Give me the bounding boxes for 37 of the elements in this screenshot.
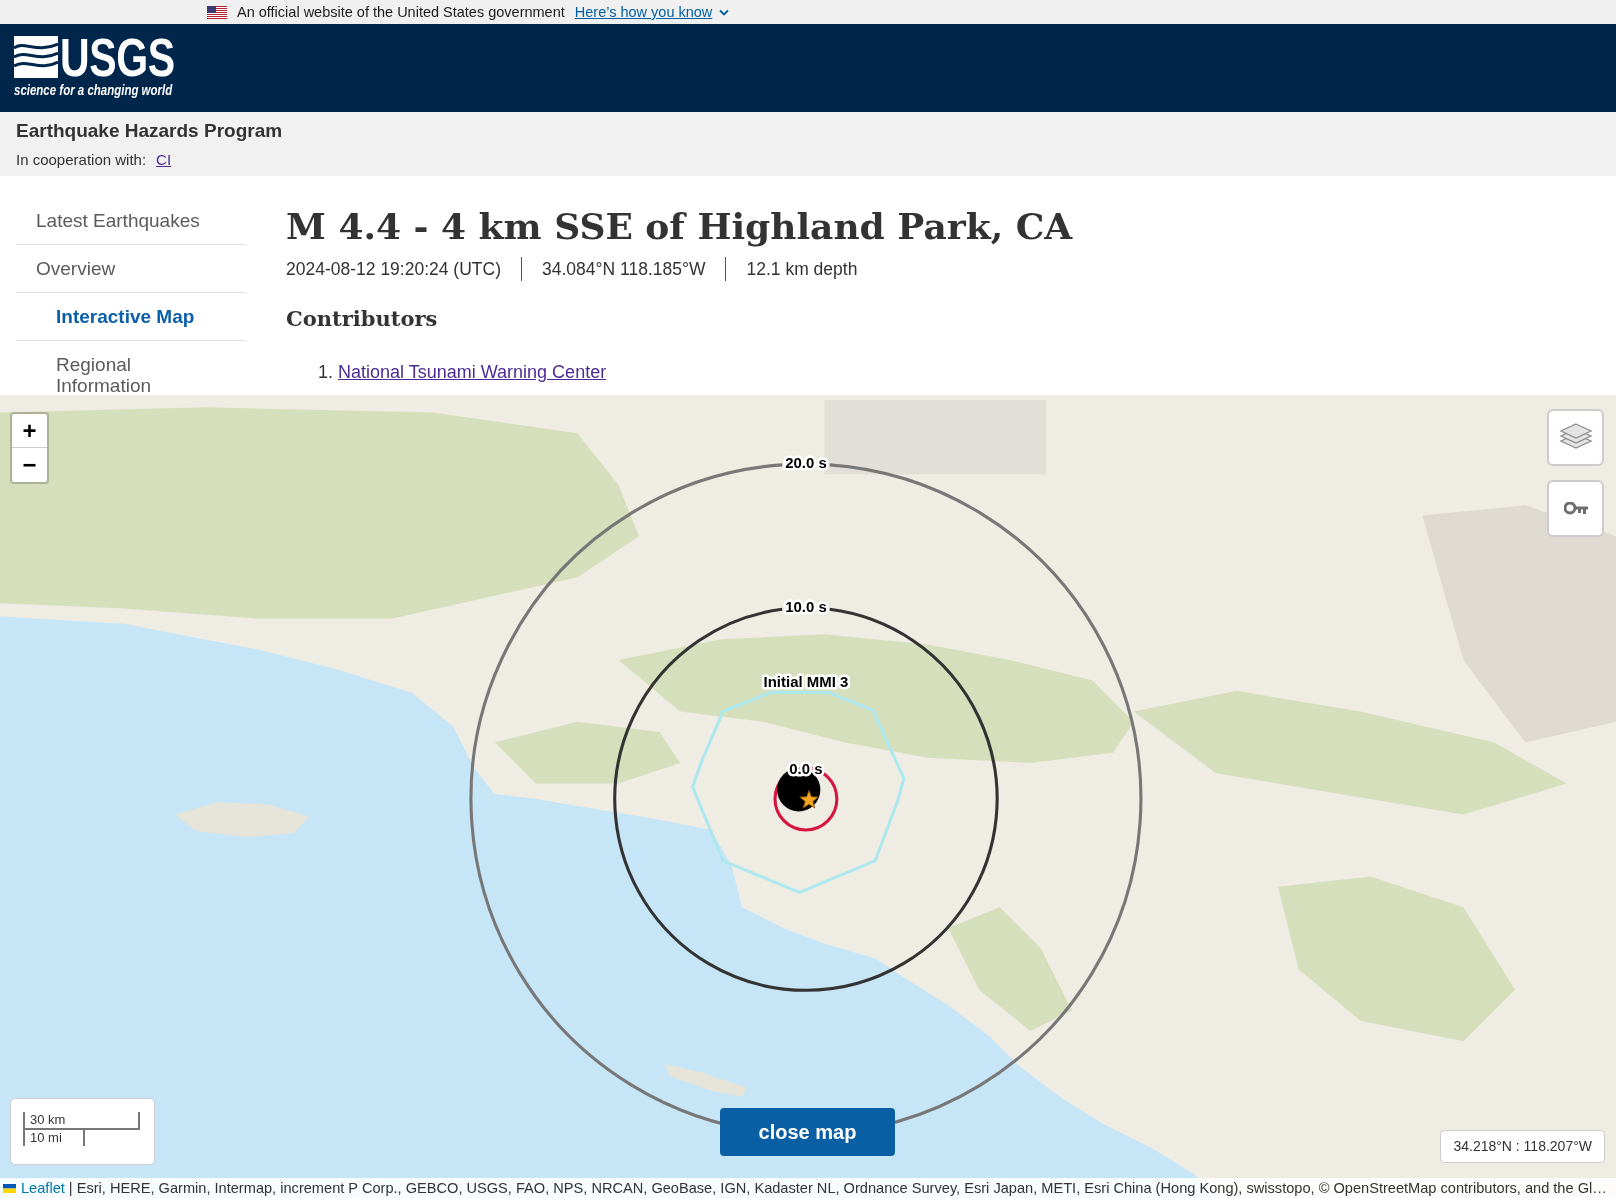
scale-line: 30 km (23, 1112, 140, 1130)
layers-button[interactable] (1547, 409, 1604, 466)
scale-line: 10 mi (23, 1128, 85, 1146)
zoom-in-button[interactable]: + (12, 414, 47, 448)
cooperation-link[interactable]: CI (156, 149, 172, 171)
cooperation-label: In cooperation with: (16, 150, 147, 170)
logo-wordmark: USGS (60, 36, 175, 78)
nav-link[interactable]: Interactive Map (16, 293, 245, 341)
contributor-link[interactable]: National Tsunami Warning Center (338, 359, 607, 385)
ring-label: 20.0 s (785, 454, 827, 471)
key-icon (1563, 501, 1588, 516)
attribution-text: | Esri, HERE, Garmin, Intermap, increment P Corp., GEBCO, USGS, FAO, NPS, NRCAN, GeoBase, IGN, Kadaster NL, Ordnance Survey, Esri Japan, METI, Esri China (Hong Kong), swisstopo, © OpenStreetMap contributors, and the Gl… (68, 1179, 1607, 1198)
flag-icon (207, 5, 227, 19)
ring-label: 10.0 s (785, 597, 827, 615)
event-title: M 4.4 - 4 km SSE of Highland Park, CA (286, 204, 1073, 248)
event-detail: 34.084°N 118.185°W (542, 258, 706, 281)
list-number: 1. (318, 361, 333, 384)
flag-icon (3, 1183, 16, 1193)
how-you-know-link[interactable]: Here’s how you know (574, 0, 730, 24)
star-icon (799, 789, 819, 809)
event-detail: 12.1 km depth (746, 258, 858, 281)
banner-text: An official website of the United States government (237, 3, 565, 22)
program-title: Earthquake Hazards Program (16, 119, 284, 143)
nav-link[interactable]: Overview (16, 245, 245, 293)
event-detail: 2024-08-12 19:20:24 (UTC) (286, 258, 501, 281)
waves-logo-icon (14, 36, 58, 78)
logo-tagline: science for a changing world (14, 83, 173, 97)
zoom-out-button[interactable]: − (12, 448, 47, 482)
close-map-button[interactable]: close map (720, 1108, 895, 1156)
contour-label: Initial MMI 3 (763, 672, 849, 690)
leaflet-link[interactable]: Leaflet (21, 1178, 65, 1198)
coordinates-readout: 34.218°N : 118.207°W (1440, 1130, 1605, 1163)
section-heading: Contributors (286, 305, 439, 333)
chevron-down-icon (719, 8, 730, 16)
nav-link[interactable]: Latest Earthquakes (16, 197, 245, 245)
key-button[interactable] (1547, 480, 1604, 537)
nav-link[interactable]: Regional Information (16, 341, 245, 396)
